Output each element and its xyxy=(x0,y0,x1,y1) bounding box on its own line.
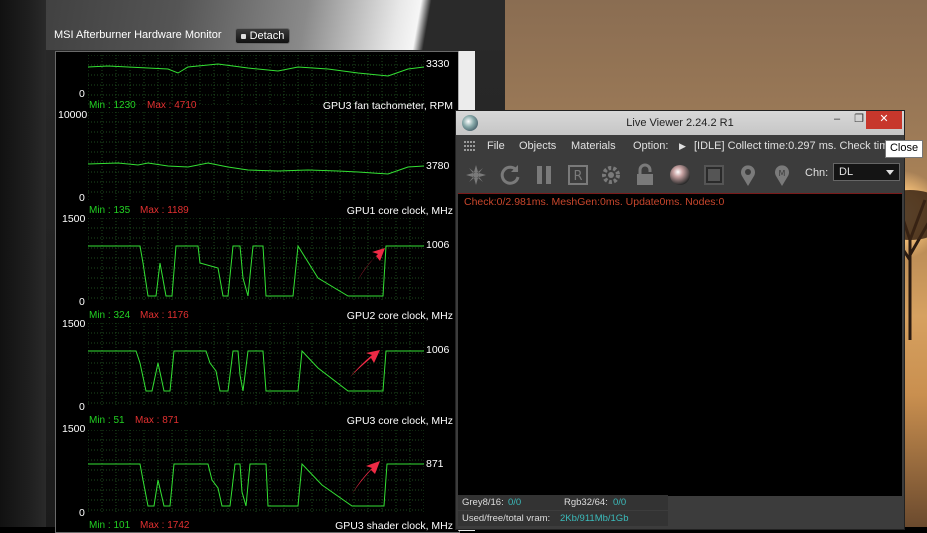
graph-grid xyxy=(88,323,424,405)
graph-fan-min: Min : 1230 xyxy=(89,100,136,111)
graph-shader-max: Max : 1742 xyxy=(140,520,190,531)
live-viewer-titlebar[interactable]: Live Viewer 2.24.2 R1 – ❐ ✕ xyxy=(456,111,904,135)
graph-gpu2-max: Max : 1176 xyxy=(140,310,189,321)
grey-value: 0/0 xyxy=(508,497,522,508)
vram-info-panel: Grey8/16: 0/0 Rgb32/64: 0/0 Used/free/to… xyxy=(458,495,668,527)
info-row-vram: Used/free/total vram: 2Kb/911Mb/1Gb xyxy=(458,511,668,526)
graph-gpu1-max: Max : 1189 xyxy=(140,205,189,216)
live-viewer-toolbar: R M Chn: DL xyxy=(456,157,904,191)
graph-grid xyxy=(88,112,424,200)
rgb-label: Rgb32/64: xyxy=(564,497,608,508)
pin-marker-icon[interactable]: M xyxy=(770,163,794,187)
grey-label: Grey8/16: xyxy=(462,497,504,508)
graph-fan-current: 3330 xyxy=(426,58,450,70)
graph-shader-scale-top: 1500 xyxy=(62,423,86,435)
graph-gpu1-name: GPU1 core clock, MHz xyxy=(346,205,453,217)
graph-gpu1-scale-bottom: 0 xyxy=(79,192,85,204)
chevron-down-icon xyxy=(886,170,894,175)
graph-gpu2-name: GPU2 core clock, MHz xyxy=(346,310,453,322)
afterburner-left-edge xyxy=(0,0,46,527)
graph-shader-min: Min : 101 xyxy=(89,520,131,531)
graph-fan-max: Max : 4710 xyxy=(147,100,197,111)
graph-gpu3-name: GPU3 core clock, MHz xyxy=(346,415,453,427)
annotation-arrow xyxy=(352,461,380,494)
detach-button[interactable]: Detach xyxy=(235,28,290,44)
graph-gpu3-max: Max : 871 xyxy=(135,415,179,426)
graph-gpu1-current: 3780 xyxy=(426,160,450,172)
menu-file[interactable]: File xyxy=(487,140,505,152)
live-viewer-menubar: File Objects Materials Option: ▶ [IDLE] … xyxy=(456,135,904,157)
minimize-button[interactable]: – xyxy=(826,111,848,129)
lock-icon[interactable] xyxy=(633,163,657,187)
menu-options[interactable]: Option: xyxy=(633,140,668,152)
region-render-icon[interactable]: R xyxy=(566,163,590,187)
svg-text:R: R xyxy=(573,169,582,184)
graph-gpu3-scale-bottom: 0 xyxy=(79,401,85,413)
render-icon[interactable] xyxy=(464,163,488,187)
graph-gpu3-min: Min : 51 xyxy=(89,415,125,426)
rgb-value: 0/0 xyxy=(613,497,627,508)
settings-icon[interactable] xyxy=(599,163,623,187)
channel-label: Chn: xyxy=(805,167,829,179)
svg-text:M: M xyxy=(779,169,786,178)
pause-icon[interactable] xyxy=(532,163,556,187)
graph-gpu2-current: 1006 xyxy=(426,239,450,251)
render-viewport[interactable]: Check:0/2.981ms. MeshGen:0ms. Update0ms.… xyxy=(458,193,902,496)
channel-value: DL xyxy=(839,166,854,178)
graph-gpu1-min: Min : 135 xyxy=(89,205,131,216)
pin-icon[interactable] xyxy=(736,163,760,187)
hardware-monitor-panel[interactable]: 3330 0 Min : 1230 Max : 4710 GPU3 fan ta… xyxy=(55,51,460,533)
close-tooltip: Close xyxy=(885,140,923,158)
graph-shader-plot xyxy=(88,430,424,512)
graph-gpu3-scale-top: 1500 xyxy=(62,318,86,330)
graph-shader-current: 871 xyxy=(426,458,444,470)
graph-gpu3-plot xyxy=(88,323,424,405)
graph-gpu1-scale-top: 10000 xyxy=(58,109,88,121)
channel-select[interactable]: DL xyxy=(833,163,900,181)
vram-label: Used/free/total vram: xyxy=(462,513,551,524)
graph-fan-tachometer-plot xyxy=(88,55,424,105)
menu-overflow-icon[interactable]: ▶ xyxy=(679,141,686,152)
graph-grid xyxy=(88,55,424,105)
graph-shader-name: GPU3 shader clock, MHz xyxy=(335,520,453,532)
annotation-arrow xyxy=(358,248,385,280)
render-status: Check:0/2.981ms. MeshGen:0ms. Update0ms.… xyxy=(464,196,725,208)
menu-materials[interactable]: Materials xyxy=(571,140,616,152)
graph-gpu2-scale-bottom: 0 xyxy=(79,296,85,308)
refresh-icon[interactable] xyxy=(498,163,522,187)
info-row-images: Grey8/16: 0/0 Rgb32/64: 0/0 xyxy=(458,495,668,510)
graph-gpu2-plot xyxy=(88,218,424,300)
menu-objects[interactable]: Objects xyxy=(519,140,556,152)
detach-icon xyxy=(240,33,246,39)
live-viewer-window: Live Viewer 2.24.2 R1 – ❐ ✕ File Objects… xyxy=(455,110,905,530)
graph-gpu1-plot xyxy=(88,112,424,200)
status-text: [IDLE] Collect time:0.297 ms. Check tim xyxy=(694,140,889,152)
graph-grid xyxy=(88,218,424,300)
grip-icon xyxy=(464,141,475,151)
graph-gpu2-min: Min : 324 xyxy=(89,310,131,321)
afterburner-title: MSI Afterburner Hardware Monitor xyxy=(54,29,222,41)
vram-value: 2Kb/911Mb/1Gb xyxy=(560,513,629,524)
frame-icon[interactable] xyxy=(702,163,726,187)
material-sphere-icon[interactable] xyxy=(668,163,692,187)
graph-fan-name: GPU3 fan tachometer, RPM xyxy=(322,100,453,112)
graph-fan-scale-bottom: 0 xyxy=(79,88,85,100)
graph-gpu2-scale-top: 1500 xyxy=(62,213,86,225)
graph-shader-scale-bottom: 0 xyxy=(79,507,85,519)
graph-gpu3-current: 1006 xyxy=(426,344,450,356)
detach-label: Detach xyxy=(249,30,285,42)
close-button[interactable]: ✕ xyxy=(866,111,902,129)
